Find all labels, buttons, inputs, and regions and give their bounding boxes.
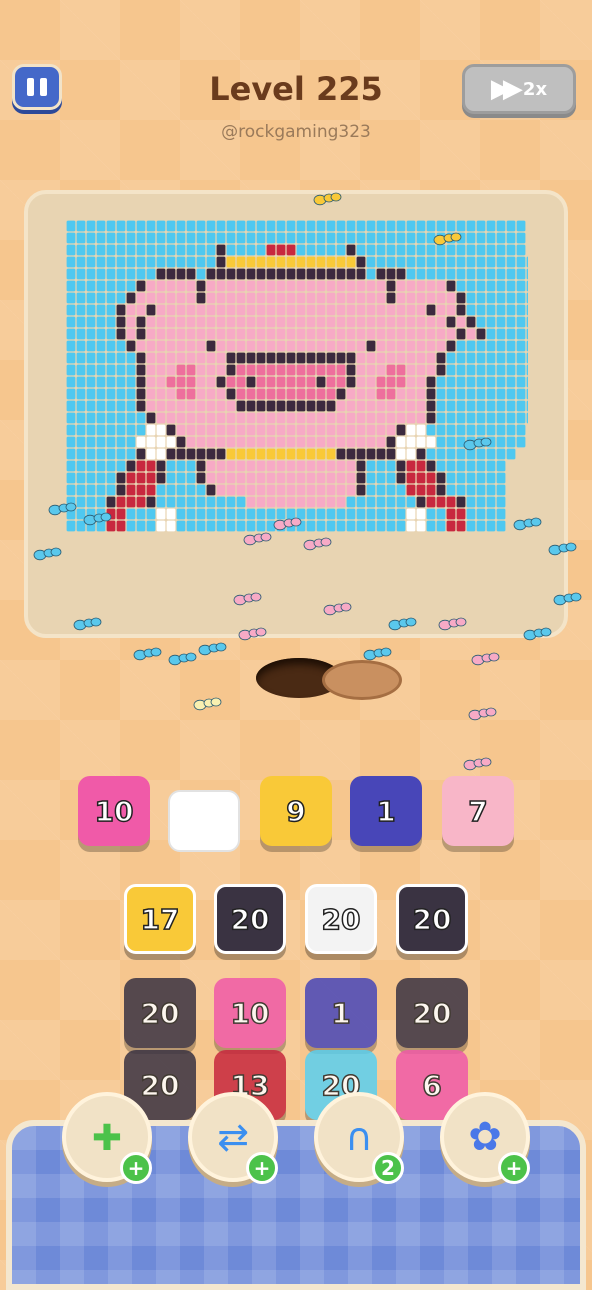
ant bbox=[48, 502, 77, 516]
color-tile[interactable]: 20 bbox=[214, 884, 286, 954]
slot-count: 1 bbox=[375, 794, 396, 829]
color-tile[interactable]: 20 bbox=[305, 884, 377, 954]
color-tile: 20 bbox=[396, 978, 468, 1048]
collect-slot: 10 bbox=[78, 776, 150, 846]
ant bbox=[83, 512, 112, 526]
ant bbox=[548, 542, 577, 556]
color-tile: 1 bbox=[305, 978, 377, 1048]
tile-count: 6 bbox=[421, 1068, 442, 1103]
flower-booster-button[interactable]: ✿ + bbox=[440, 1092, 530, 1184]
hole-lid bbox=[322, 660, 402, 700]
ant bbox=[463, 757, 492, 771]
slot-count: 10 bbox=[94, 794, 134, 829]
shuffle-booster-button[interactable]: ⇄ + bbox=[188, 1092, 278, 1184]
color-tile[interactable]: 17 bbox=[124, 884, 196, 954]
tile-count: 1 bbox=[330, 996, 351, 1031]
add-slot-booster-button[interactable]: ✚ + bbox=[62, 1092, 152, 1184]
color-tile[interactable]: 20 bbox=[396, 884, 468, 954]
ant bbox=[438, 617, 467, 631]
tile-count: 17 bbox=[140, 902, 180, 937]
ant bbox=[433, 232, 462, 246]
flower-icon: ✿ bbox=[468, 1114, 502, 1160]
magnet-booster-button[interactable]: ∩ 2 bbox=[314, 1092, 404, 1184]
tile-count: 10 bbox=[230, 996, 270, 1031]
shuffle-icon: ⇄ bbox=[217, 1115, 249, 1159]
ant bbox=[553, 592, 582, 606]
ant bbox=[243, 532, 272, 546]
ant bbox=[133, 647, 162, 661]
booster-badge: + bbox=[246, 1152, 278, 1184]
ant bbox=[468, 707, 497, 721]
booster-badge: + bbox=[498, 1152, 530, 1184]
add-box-icon: ✚ bbox=[91, 1118, 123, 1159]
ant bbox=[513, 517, 542, 531]
tile-count: 20 bbox=[412, 902, 452, 937]
ant bbox=[238, 627, 267, 641]
collect-slot bbox=[168, 790, 240, 852]
ant bbox=[168, 652, 197, 666]
slot-count: 7 bbox=[467, 794, 488, 829]
ant bbox=[33, 547, 62, 561]
booster-badge: 2 bbox=[372, 1152, 404, 1184]
ant bbox=[323, 602, 352, 616]
collect-slot: 1 bbox=[350, 776, 422, 846]
ant bbox=[363, 647, 392, 661]
tile-count: 20 bbox=[140, 996, 180, 1031]
collect-slot: 7 bbox=[442, 776, 514, 846]
ant bbox=[193, 697, 222, 711]
tile-count: 20 bbox=[140, 1068, 180, 1103]
ant bbox=[73, 617, 102, 631]
ant bbox=[388, 617, 417, 631]
booster-badge: + bbox=[120, 1152, 152, 1184]
ant bbox=[233, 592, 262, 606]
collect-slot: 9 bbox=[260, 776, 332, 846]
tile-count: 20 bbox=[412, 996, 452, 1031]
tile-count: 20 bbox=[230, 902, 270, 937]
ant bbox=[463, 437, 492, 451]
color-tile: 10 bbox=[214, 978, 286, 1048]
ant bbox=[303, 537, 332, 551]
ant bbox=[471, 652, 500, 666]
ant bbox=[313, 192, 342, 206]
ant bbox=[198, 642, 227, 656]
color-tile: 20 bbox=[124, 978, 196, 1048]
tile-count: 20 bbox=[321, 902, 361, 937]
ant bbox=[523, 627, 552, 641]
ant bbox=[273, 517, 302, 531]
slot-count: 9 bbox=[285, 794, 306, 829]
magnet-icon: ∩ bbox=[345, 1115, 373, 1159]
